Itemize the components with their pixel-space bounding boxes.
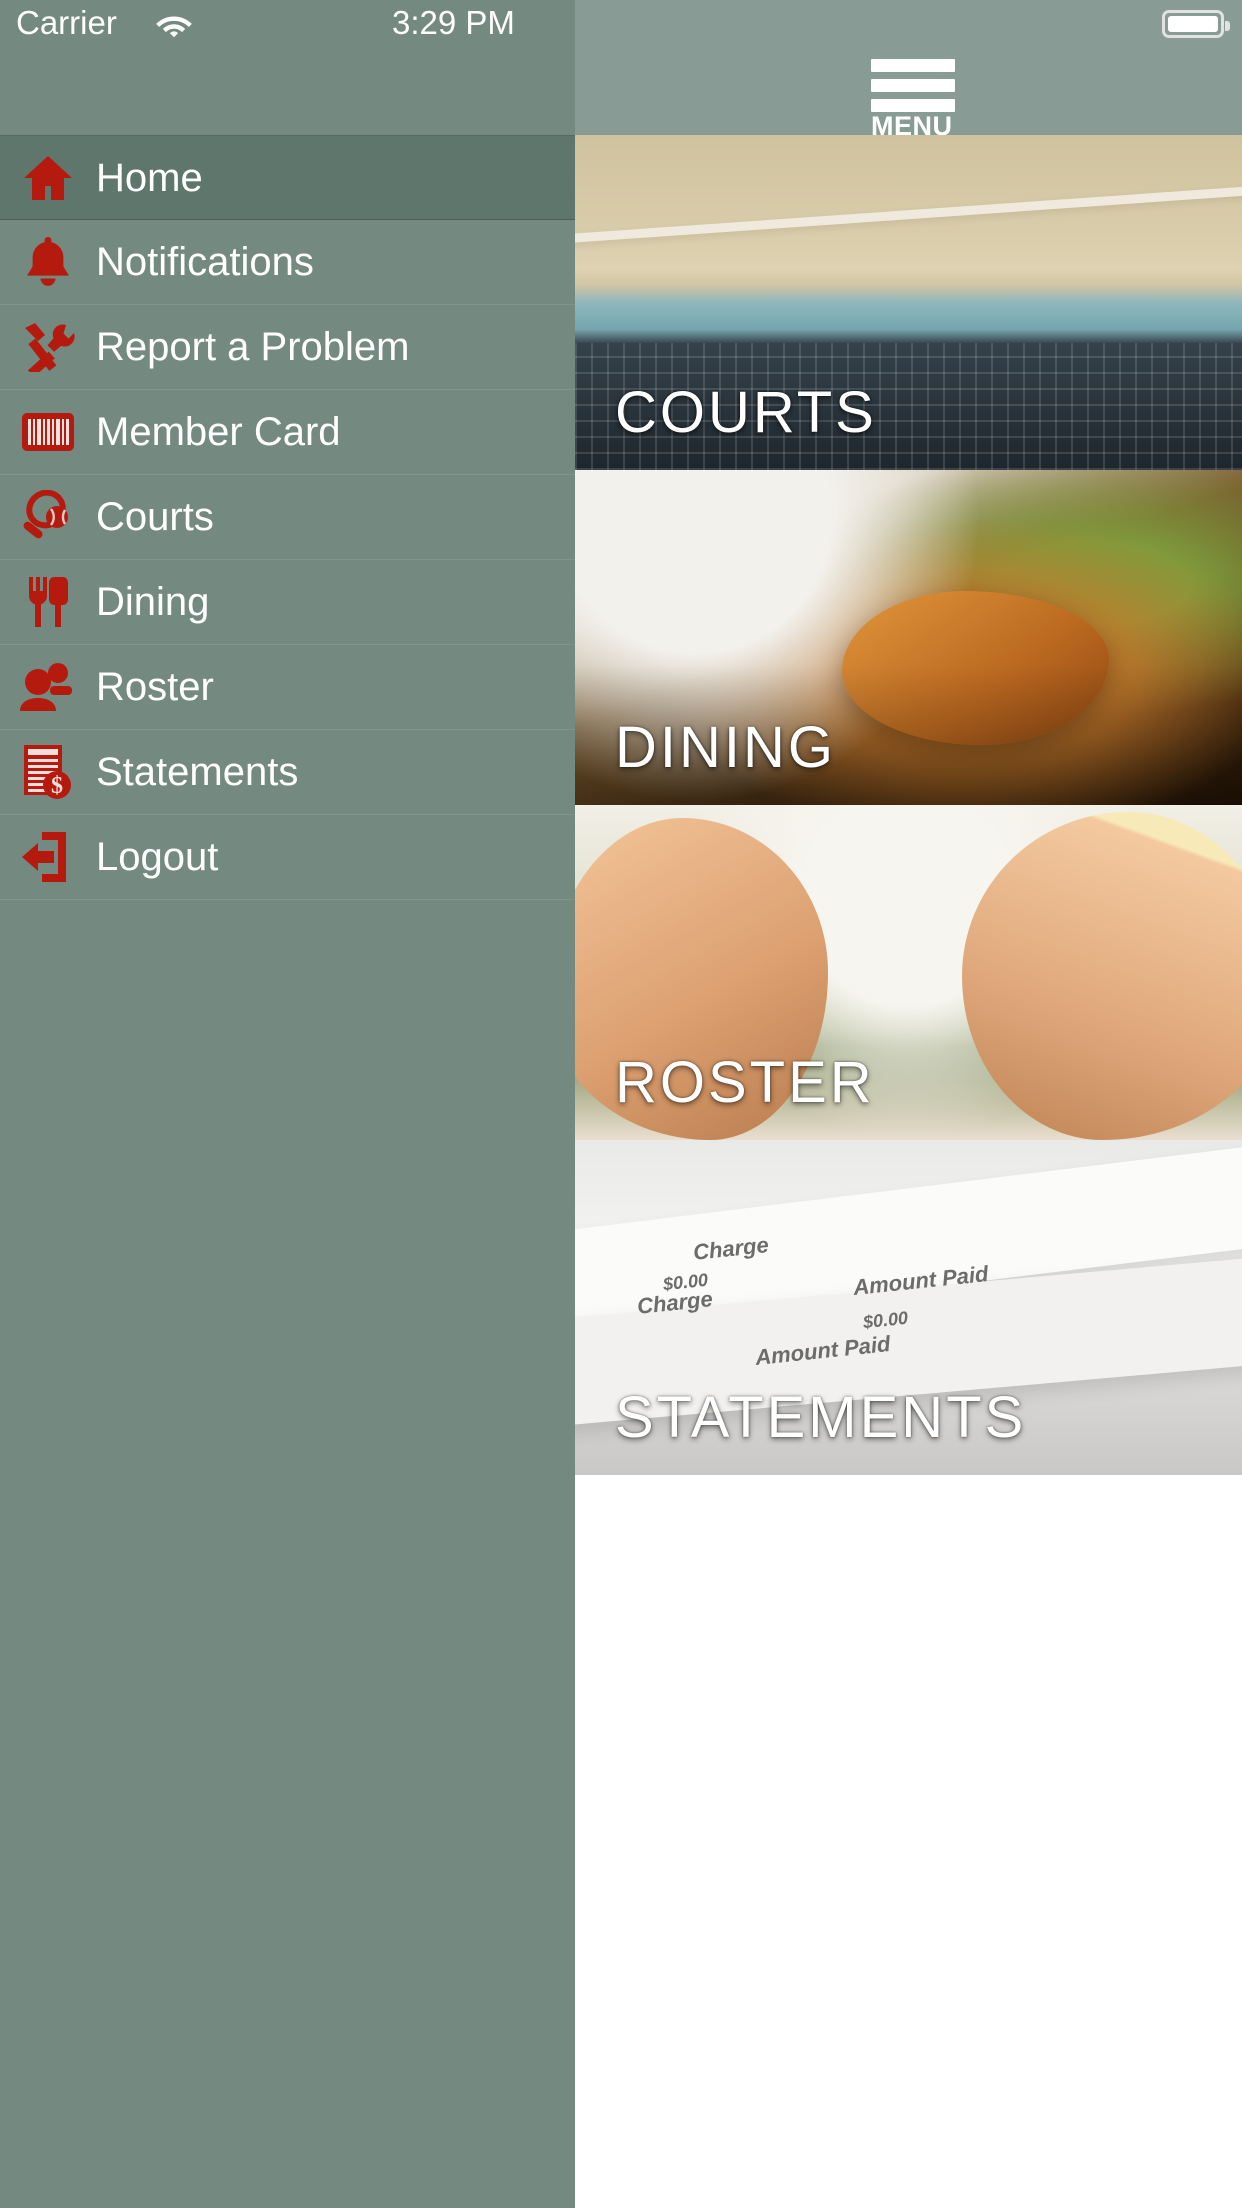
hamburger-menu-icon: [871, 59, 955, 72]
sidebar-item-label-member-card: Member Card: [96, 410, 341, 454]
sidebar-item-dining[interactable]: Dining: [0, 560, 575, 645]
tools-icon: [0, 322, 96, 372]
main-status-bar: [575, 0, 1242, 48]
sidebar-item-label-logout: Logout: [96, 835, 219, 879]
sidebar-drawer: Carrier 3:29 PM Home Notifications Repor…: [0, 0, 575, 2208]
card-label-roster: ROSTER: [615, 1050, 875, 1115]
card-courts[interactable]: COURTS: [575, 135, 1242, 470]
tennis-racquet-icon: [0, 490, 96, 544]
hamburger-menu-icon-bar2: [871, 79, 955, 92]
wifi-icon: [155, 12, 193, 38]
clock-label: 3:29 PM: [392, 4, 515, 41]
sidebar-status-bar: Carrier 3:29 PM: [0, 0, 575, 48]
people-icon: [0, 663, 96, 711]
card-stack: COURTS DINING ROSTER Charge Charge $0.00…: [575, 135, 1242, 1475]
barcode-icon: [0, 413, 96, 451]
sidebar-item-member-card[interactable]: Member Card: [0, 390, 575, 475]
document-dollar-icon: $: [0, 745, 96, 799]
sidebar-item-roster[interactable]: Roster: [0, 645, 575, 730]
sidebar-item-logout[interactable]: Logout: [0, 815, 575, 900]
card-statements[interactable]: Charge Charge $0.00 Amount Paid $0.00 Am…: [575, 1140, 1242, 1475]
sidebar-item-label-statements: Statements: [96, 750, 299, 794]
fork-knife-icon: [0, 577, 96, 627]
menu-button[interactable]: MENU: [871, 53, 971, 140]
sidebar-item-label-home: Home: [96, 155, 203, 200]
carrier-label: Carrier: [16, 4, 117, 41]
logout-icon: [0, 832, 96, 882]
card-label-dining: DINING: [615, 715, 836, 780]
sidebar-item-home[interactable]: Home: [0, 135, 575, 220]
sidebar-item-statements[interactable]: $ Statements: [0, 730, 575, 815]
sidebar-item-label-roster: Roster: [96, 665, 214, 709]
battery-icon: [1162, 10, 1230, 38]
sidebar-menu-list: Home Notifications Report a Problem Memb…: [0, 135, 575, 900]
sidebar-empty-area: [0, 900, 575, 1900]
sidebar-header-spacer: [0, 48, 575, 135]
sidebar-item-courts[interactable]: Courts: [0, 475, 575, 560]
card-dining[interactable]: DINING: [575, 470, 1242, 805]
svg-text:$: $: [51, 773, 63, 799]
card-label-statements: STATEMENTS: [615, 1385, 1027, 1450]
sidebar-item-report-a-problem[interactable]: Report a Problem: [0, 305, 575, 390]
sidebar-item-label-dining: Dining: [96, 580, 210, 624]
sidebar-item-notifications[interactable]: Notifications: [0, 220, 575, 305]
home-icon: [0, 154, 96, 202]
app-screen: MENU COURTS DINING ROSTER Charge Charge …: [0, 0, 1242, 2208]
card-roster[interactable]: ROSTER: [575, 805, 1242, 1140]
sidebar-item-label-report-a-problem: Report a Problem: [96, 325, 410, 369]
app-header: MENU: [575, 48, 1242, 140]
sidebar-item-label-notifications: Notifications: [96, 240, 314, 284]
card-label-courts: COURTS: [615, 380, 877, 445]
main-content-panel: MENU COURTS DINING ROSTER Charge Charge …: [575, 0, 1242, 2208]
bell-icon: [0, 237, 96, 287]
sidebar-item-label-courts: Courts: [96, 495, 214, 539]
